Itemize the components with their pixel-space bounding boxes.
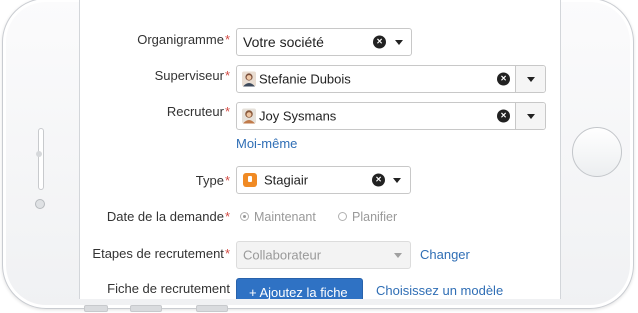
superviseur-value: Stefanie Dubois bbox=[259, 71, 351, 87]
etapes-label: Etapes de recrutement* bbox=[92, 246, 230, 261]
organigramme-row: Organigramme* Votre société × bbox=[80, 28, 560, 56]
moi-meme-link[interactable]: Moi-même bbox=[236, 136, 297, 151]
avatar bbox=[242, 108, 256, 124]
recruteur-select[interactable]: Joy Sysmans × bbox=[236, 102, 546, 130]
etapes-value: Collaborateur bbox=[243, 247, 322, 263]
phone-volume-button bbox=[130, 305, 162, 312]
recruteur-row: Recruteur* Joy Sysmans × bbox=[80, 102, 560, 130]
phone-volume-button bbox=[196, 305, 228, 312]
date-demande-label: Date de la demande* bbox=[106, 209, 230, 224]
form-screen: Organigramme* Votre société × Superviseu… bbox=[79, 0, 561, 299]
superviseur-select[interactable]: Stefanie Dubois × bbox=[236, 65, 546, 93]
changer-link[interactable]: Changer bbox=[420, 247, 470, 262]
etapes-select[interactable]: Collaborateur bbox=[236, 241, 411, 269]
phone-camera bbox=[35, 199, 45, 209]
avatar bbox=[242, 71, 256, 87]
chevron-down-icon[interactable] bbox=[395, 40, 403, 45]
chevron-down-icon bbox=[527, 77, 535, 82]
dropdown-toggle[interactable] bbox=[515, 103, 545, 129]
phone-home-button[interactable] bbox=[572, 127, 622, 177]
phone-side-button bbox=[84, 305, 108, 312]
close-circle-icon[interactable]: × bbox=[497, 72, 510, 86]
phone-sensor bbox=[36, 151, 42, 157]
organigramme-select[interactable]: Votre société × bbox=[236, 28, 412, 56]
recruteur-value: Joy Sysmans bbox=[259, 108, 337, 124]
superviseur-label: Superviseur* bbox=[154, 68, 230, 83]
date-demande-row: Date de la demande* Maintenant Planifier bbox=[80, 205, 560, 229]
close-circle-icon[interactable]: × bbox=[372, 173, 385, 187]
phone-speaker bbox=[38, 128, 44, 190]
organigramme-value: Votre société bbox=[243, 34, 324, 50]
dropdown-toggle[interactable] bbox=[515, 66, 545, 92]
superviseur-row: Superviseur* Stefanie Dubois × bbox=[80, 65, 560, 93]
radio-unchecked-icon bbox=[338, 212, 347, 222]
type-label: Type* bbox=[195, 173, 230, 188]
type-value: Stagiair bbox=[264, 172, 309, 188]
add-fiche-button[interactable]: + Ajoutez la fiche bbox=[236, 278, 363, 299]
choose-template-link[interactable]: Choisissez un modèle bbox=[376, 283, 503, 298]
chevron-down-icon bbox=[394, 253, 402, 258]
organigramme-label: Organigramme* bbox=[137, 32, 230, 47]
radio-maintenant[interactable]: Maintenant bbox=[240, 210, 316, 224]
fiche-label: Fiche de recrutement bbox=[107, 281, 230, 296]
chevron-down-icon bbox=[527, 114, 535, 119]
radio-planifier[interactable]: Planifier bbox=[338, 210, 397, 224]
chevron-down-icon[interactable] bbox=[393, 178, 401, 183]
recruteur-label: Recruteur* bbox=[166, 104, 230, 119]
fiche-row: Fiche de recrutement + Ajoutez la fiche … bbox=[80, 278, 560, 299]
radio-checked-icon bbox=[240, 212, 249, 222]
type-row: Type* Stagiair × bbox=[80, 166, 560, 194]
close-circle-icon[interactable]: × bbox=[497, 109, 510, 123]
etapes-row: Etapes de recrutement* Collaborateur Cha… bbox=[80, 241, 560, 269]
badge-icon bbox=[243, 173, 257, 187]
type-select[interactable]: Stagiair × bbox=[236, 166, 411, 194]
close-circle-icon[interactable]: × bbox=[373, 35, 386, 49]
